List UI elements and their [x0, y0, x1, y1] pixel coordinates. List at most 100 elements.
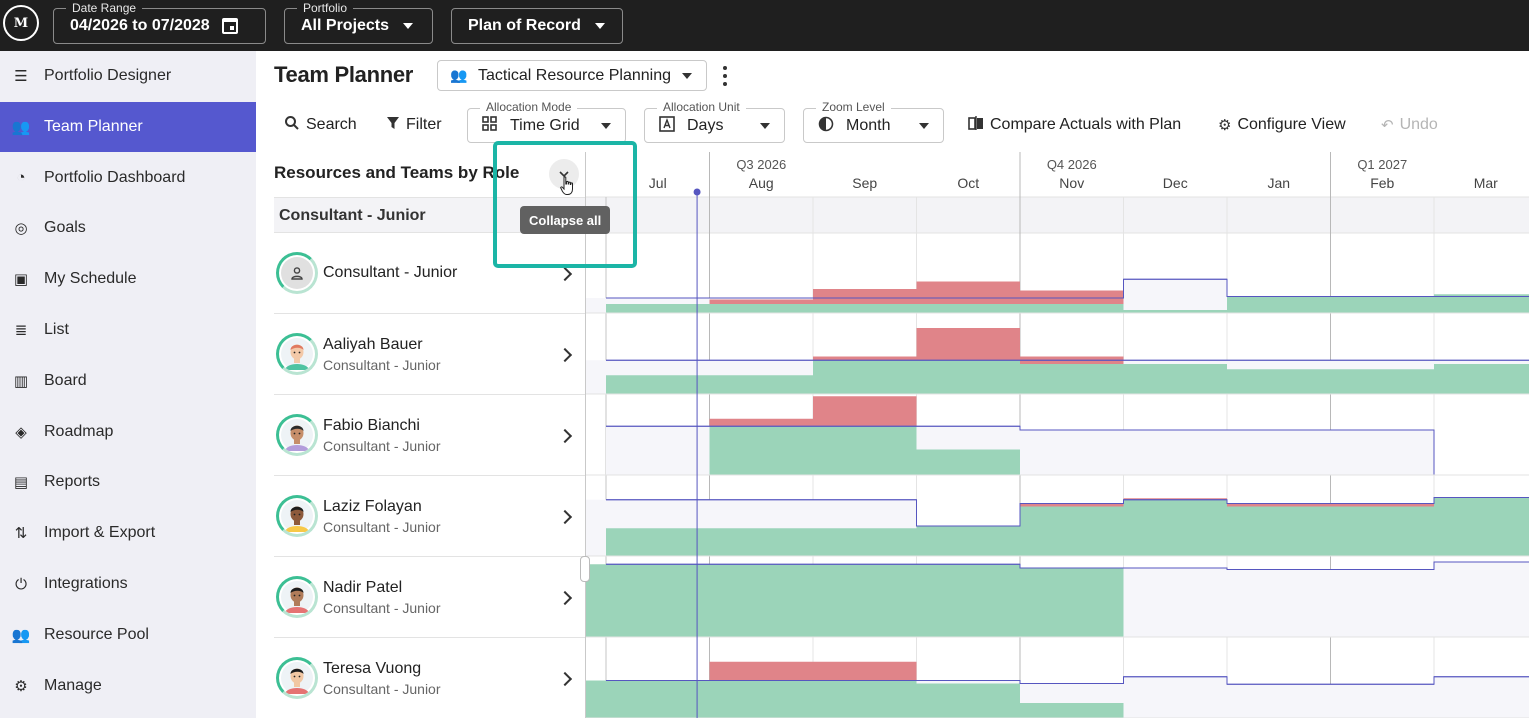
compare-actuals-button[interactable]: Compare Actuals with Plan: [968, 110, 1181, 140]
sidebar-item-resource-pool[interactable]: 👥 Resource Pool: [0, 610, 256, 660]
avatar: [276, 495, 318, 537]
search-button[interactable]: Search: [284, 110, 357, 140]
chevron-right-icon[interactable]: [557, 590, 573, 606]
overallocation-bar: [813, 356, 917, 361]
person-avatar-icon: [281, 419, 313, 451]
overallocation-bar: [1020, 290, 1124, 304]
timeline-group-band: [586, 197, 1529, 233]
allocation-bar: [1227, 506, 1331, 556]
sidebar-item-goals[interactable]: ◎ Goals: [0, 203, 256, 253]
sidebar-item-label: Integrations: [44, 575, 128, 592]
allocation-mode-legend: Allocation Mode: [480, 100, 578, 114]
allocation-bar: [709, 528, 813, 556]
sidebar-item-reports[interactable]: ▤ Reports: [0, 457, 256, 507]
allocation-unit-value: Days: [687, 116, 724, 134]
month-label: Sep: [852, 175, 877, 191]
zoom-level-select[interactable]: Zoom Level Month: [803, 100, 944, 143]
sidebar-item-team-planner[interactable]: 👥 Team Planner: [0, 101, 256, 152]
zoom-level-legend: Zoom Level: [816, 100, 891, 114]
allocation-mode-value: Time Grid: [510, 116, 580, 134]
grid-header: Resources and Teams by Role: [274, 163, 520, 182]
app-logo[interactable]: M: [3, 5, 39, 41]
resource-row[interactable]: Aaliyah Bauer Consultant - Junior: [274, 314, 585, 395]
chevron-right-icon[interactable]: [557, 347, 573, 363]
import-export-icon: ⇅: [14, 525, 28, 543]
allocation-bar: [813, 564, 917, 637]
plan-value: Plan of Record: [468, 17, 581, 34]
chevron-right-icon[interactable]: [557, 509, 573, 525]
capacity-bar: [1123, 430, 1227, 475]
sidebar-item-my-schedule[interactable]: ▣ My Schedule: [0, 254, 256, 304]
allocation-bar: [813, 360, 917, 394]
allocation-bar: [709, 680, 813, 718]
sidebar-item-portfolio-designer[interactable]: ☰ Portfolio Designer: [0, 51, 256, 101]
page-title: Team Planner: [274, 62, 414, 87]
chevron-right-icon[interactable]: [557, 428, 573, 444]
allocation-bar: [1330, 296, 1434, 313]
sidebar-item-integrations[interactable]: ⏻ Integrations: [0, 559, 256, 609]
person-avatar-icon: [281, 662, 313, 694]
allocation-unit-select[interactable]: Allocation Unit Days: [644, 100, 785, 143]
allocation-stub: [586, 680, 606, 718]
panel-resize-handle[interactable]: [580, 556, 590, 582]
allocation-unit-legend: Allocation Unit: [657, 100, 746, 114]
sidebar: ☰ Portfolio Designer 👥 Team Planner ◔ Portfol…: [0, 51, 256, 718]
resource-row[interactable]: Laziz Folayan Consultant - Junior: [274, 476, 585, 557]
sidebar-item-label: Reports: [44, 473, 101, 491]
timeline-grid[interactable]: Q3 2026 Q4 2026 Q1 2027 Jul Aug Sep Oct Nov Dec J…: [585, 152, 1529, 718]
more-options-icon[interactable]: [721, 66, 729, 86]
sidebar-item-label: Goals: [44, 219, 86, 237]
chevron-down-icon: [919, 123, 929, 129]
resource-row[interactable]: Fabio Bianchi Consultant - Junior: [274, 395, 585, 476]
allocation-bar: [1020, 364, 1124, 394]
sidebar-item-portfolio-dashboard[interactable]: ◔ Portfolio Dashboard: [0, 153, 256, 203]
sidebar-item-label: Team Planner: [44, 117, 143, 135]
allocation-bar: [813, 304, 917, 313]
capacity-bar: [1123, 676, 1227, 718]
allocation-bar: [606, 564, 710, 637]
month-label: Jul: [649, 175, 667, 191]
date-range-field[interactable]: Date Range 04/2026 to 07/2028: [53, 2, 266, 44]
sidebar-item-list[interactable]: ≣ List: [0, 305, 256, 355]
sidebar-item-manage[interactable]: ⚙ Manage: [0, 661, 256, 711]
top-bar: M Date Range 04/2026 to 07/2028 Portfoli…: [0, 0, 1529, 51]
allocation-bar: [709, 564, 813, 637]
capacity-bar: [606, 426, 710, 475]
portfolio-select[interactable]: Portfolio All Projects: [284, 2, 433, 44]
resource-name: Fabio Bianchi: [323, 417, 420, 434]
sidebar-item-roadmap[interactable]: ◈ Roadmap: [0, 407, 256, 457]
capacity-bar: [1434, 676, 1529, 718]
unit-icon: [659, 115, 675, 136]
capacity-bar: [1330, 684, 1434, 718]
month-label: Mar: [1474, 175, 1498, 191]
resource-row[interactable]: Teresa Vuong Consultant - Junior: [274, 638, 585, 718]
grid-icon: [482, 116, 497, 135]
allocation-bar: [1020, 568, 1124, 637]
plan-select[interactable]: Plan of Record: [451, 8, 623, 44]
filter-button[interactable]: Filter: [386, 110, 442, 140]
allocation-bar: [709, 375, 813, 394]
sidebar-item-import-export[interactable]: ⇅ Import & Export: [0, 508, 256, 558]
zoom-icon: [818, 116, 834, 136]
resource-row[interactable]: Nadir Patel Consultant - Junior: [274, 557, 585, 638]
chevron-right-icon[interactable]: [557, 266, 573, 282]
undo-button[interactable]: ↶ Undo: [1381, 110, 1438, 140]
portfolio-legend: Portfolio: [297, 2, 354, 14]
view-select[interactable]: 👥 Tactical Resource Planning: [437, 60, 707, 91]
allocation-bar: [916, 564, 1020, 637]
allocation-bar: [1020, 703, 1124, 718]
allocation-bar: [606, 375, 710, 394]
quarter-label: Q3 2026: [736, 157, 786, 172]
month-label: Aug: [749, 175, 774, 191]
chevron-right-icon[interactable]: [557, 671, 573, 687]
resource-name: Teresa Vuong: [323, 660, 422, 677]
calendar-icon[interactable]: [221, 18, 238, 34]
person-avatar-icon: [281, 500, 313, 532]
allocation-mode-select[interactable]: Allocation Mode Time Grid: [467, 100, 626, 143]
sidebar-item-label: My Schedule: [44, 270, 137, 288]
sidebar-item-board[interactable]: ▥ Board: [0, 356, 256, 406]
configure-view-button[interactable]: ⚙ Configure View: [1218, 110, 1346, 140]
allocation-bar: [1434, 364, 1529, 394]
sidebar-item-label: Board: [44, 371, 87, 389]
sidebar-item-label: Resource Pool: [44, 625, 149, 643]
